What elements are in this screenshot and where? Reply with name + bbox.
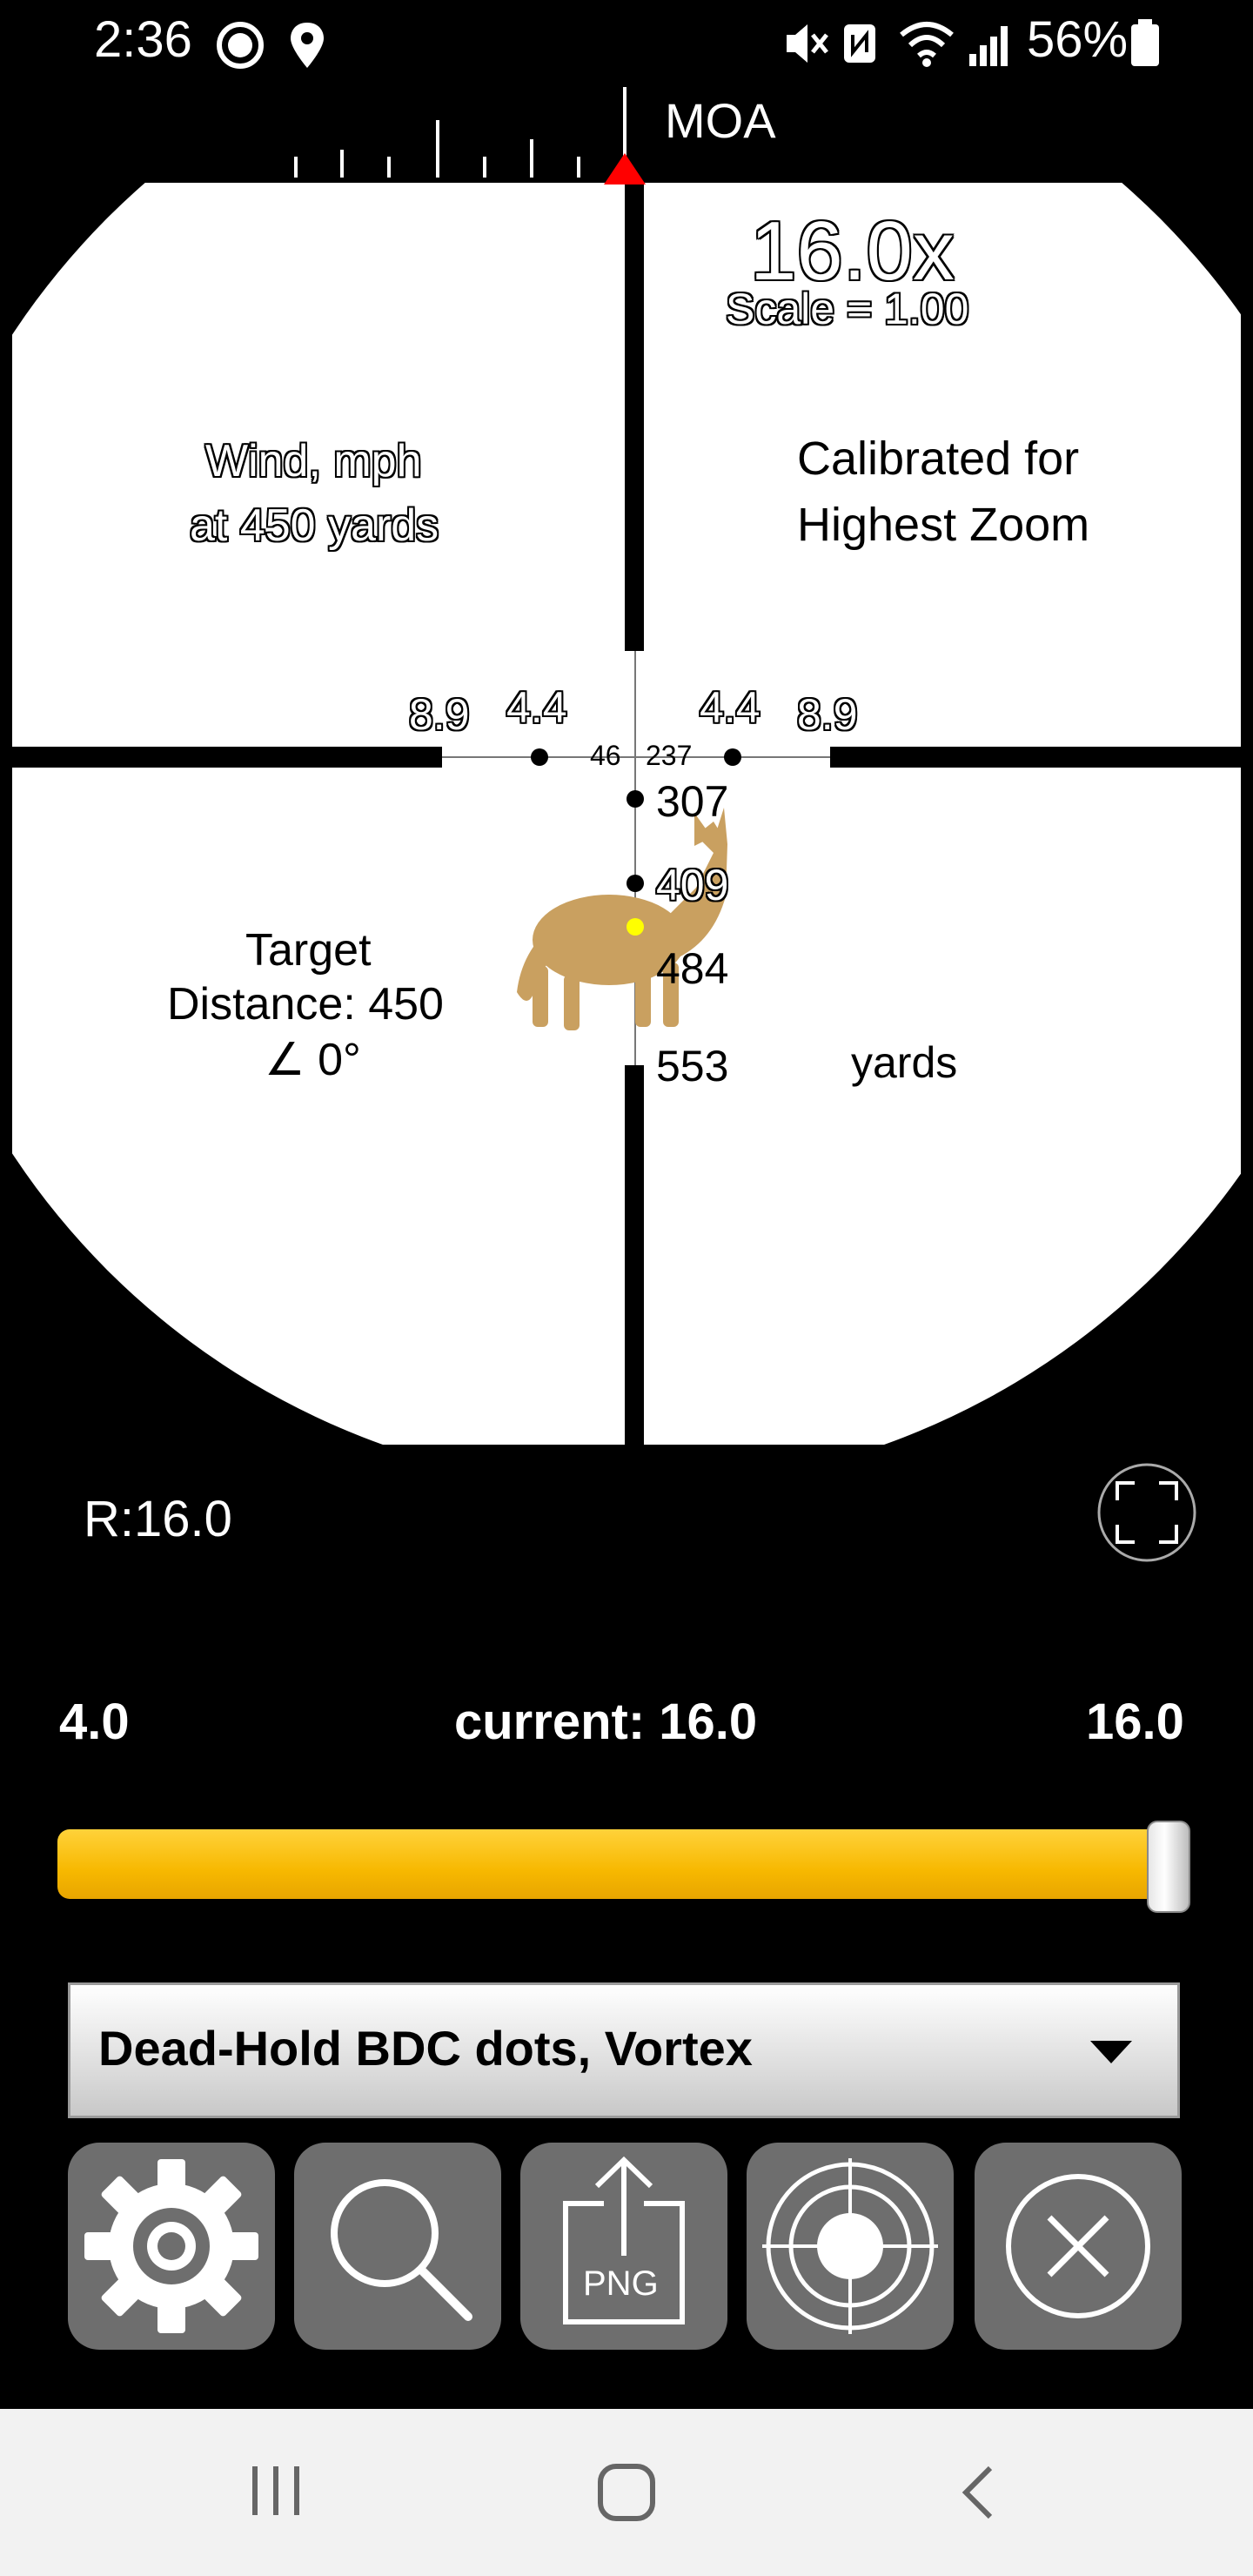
scope-view[interactable]: MOA 16.0x Scale = 1.00 Wind, mph at 450 … [0,87,1253,1445]
aim-point [626,918,644,936]
calibrated-line2: Highest Zoom [797,499,1090,551]
close-button[interactable] [975,2143,1182,2350]
drop-distance-2: 409 [656,861,729,909]
export-png-button[interactable]: PNG [520,2143,727,2350]
back-icon[interactable] [954,2461,1002,2524]
moa-indicator [604,153,646,184]
target-angle: ∠ 0° [265,1035,361,1085]
drop-distance-3: 484 [656,944,729,993]
reticle-dropdown-value: Dead-Hold BDC dots, Vortex [98,2021,753,2076]
center-left-value: 46 [590,740,621,771]
location-icon [291,23,324,68]
status-time: 2:36 [94,11,192,68]
close-icon [1006,2174,1150,2318]
status-bar: 2:36 56% [0,0,1253,87]
nfc-icon [844,24,875,63]
home-icon[interactable] [595,2461,658,2524]
wind-distance: at 450 yards [190,500,439,551]
gear-icon [84,2159,258,2333]
zoom-search-button[interactable] [294,2143,501,2350]
chevron-down-icon [1090,2041,1132,2063]
zoom-max-label: 16.0 [1086,1694,1184,1750]
moa-scale [294,87,626,178]
wind-mark-left-inner: 4.4 [506,683,567,732]
system-nav-bar [0,2409,1253,2576]
center-right-value: 237 [646,740,693,771]
scale-label: Scale = 1.00 [726,285,969,333]
fullscreen-icon [1116,1481,1178,1544]
wind-mark-right-inner: 4.4 [700,683,761,732]
wind-mark-right-outer: 8.9 [797,690,858,739]
target-button[interactable] [747,2143,954,2350]
units-label: yards [851,1038,958,1087]
zoom-min-label: 4.0 [59,1694,130,1750]
drop-distance-1: 307 [656,777,729,826]
search-icon [331,2179,472,2321]
zoom-current-label: current: 16.0 [454,1694,758,1750]
png-label: PNG [583,2264,659,2303]
zoom-slider-thumb[interactable] [1147,1821,1190,1913]
zoom-slider[interactable] [57,1829,1189,1899]
battery-icon [1131,19,1159,66]
moa-label: MOA [665,93,776,148]
signal-icon [969,26,1008,66]
target-line1: Target [245,925,372,976]
calibrated-line1: Calibrated for [797,433,1080,485]
battery-percent: 56% [1027,11,1129,68]
recent-apps-icon[interactable] [245,2461,306,2522]
reticle-dropdown[interactable]: Dead-Hold BDC dots, Vortex [68,1982,1180,2118]
range-readout: R:16.0 [84,1491,232,1547]
wind-title: Wind, mph [205,436,422,486]
drop-distance-4: 553 [656,1042,729,1090]
notification-circle-icon [217,22,264,69]
mute-icon [787,24,828,63]
target-distance: Distance: 450 [167,979,444,1030]
fullscreen-button[interactable] [1096,1462,1197,1563]
target-icon [762,2158,938,2334]
wifi-icon [900,22,954,67]
png-export-icon [563,2156,685,2324]
reticle-graphic [12,87,1241,1445]
wind-mark-left-outer: 8.9 [409,690,470,739]
settings-button[interactable] [68,2143,275,2350]
